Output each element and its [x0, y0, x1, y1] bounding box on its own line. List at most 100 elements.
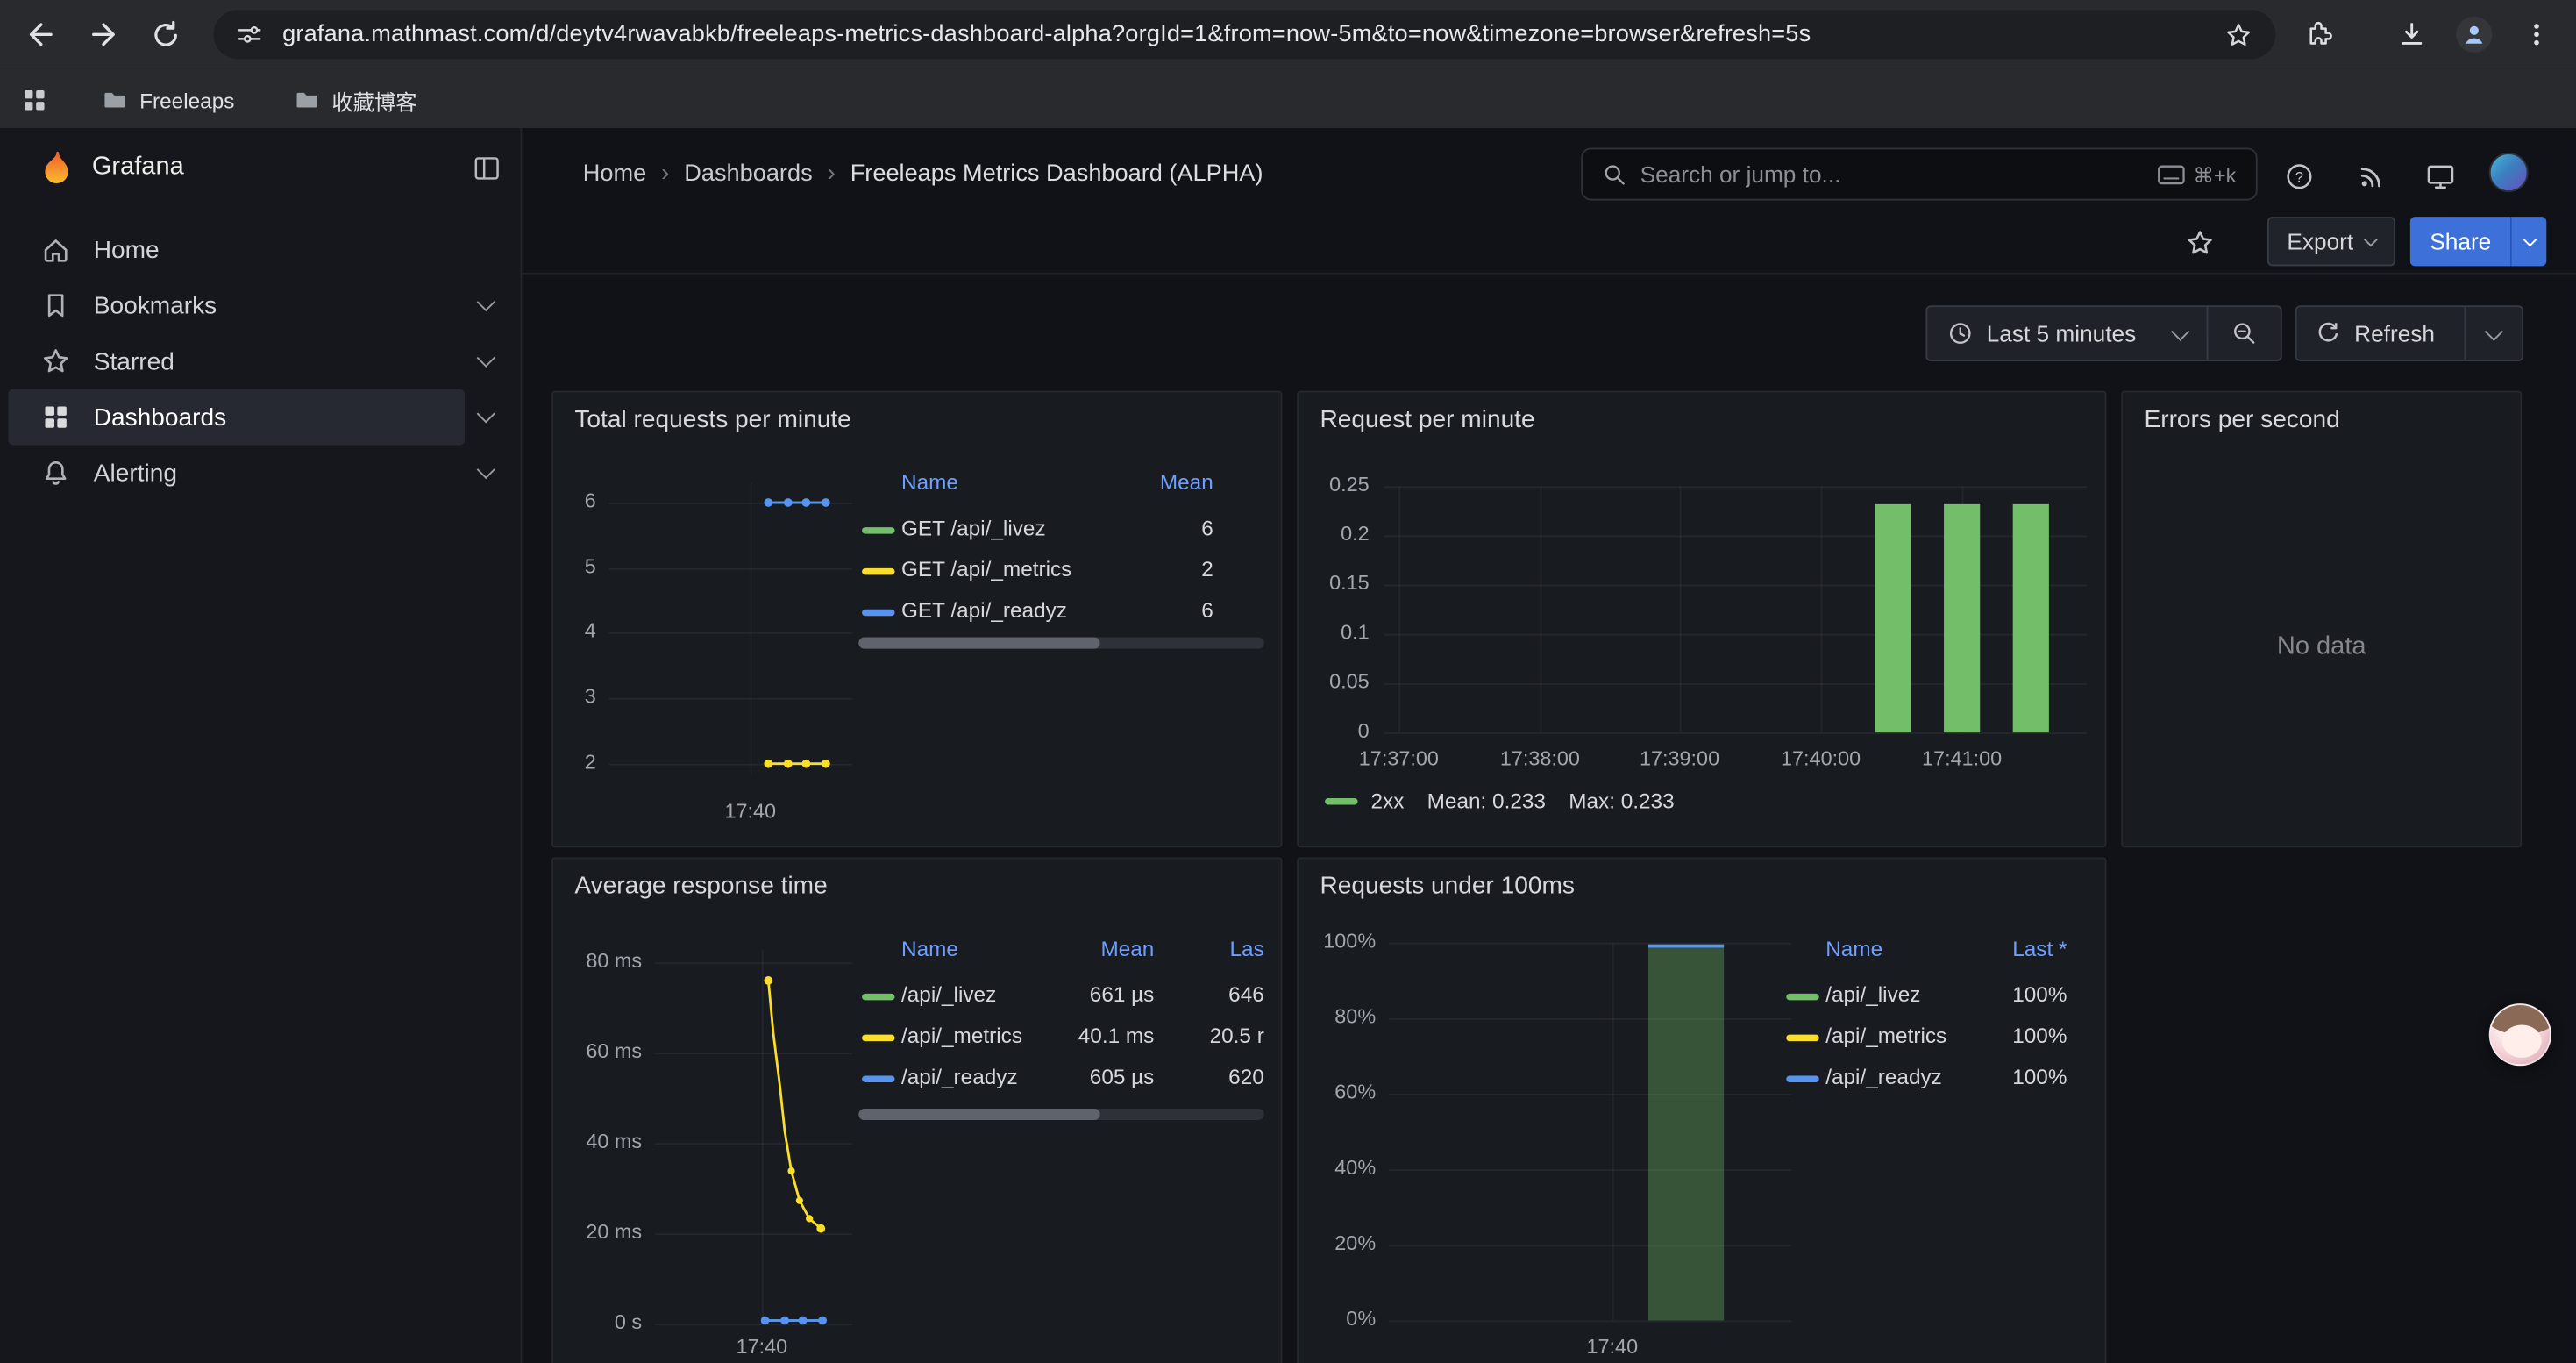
sidebar-item-alerting[interactable]: Alerting	[0, 445, 522, 501]
panel-title[interactable]: Requests under 100ms	[1320, 872, 1574, 900]
legend-row-name[interactable]: /api/_metrics	[901, 1024, 1022, 1048]
legend-row-name[interactable]: GET /api/_livez	[901, 516, 1046, 540]
address-bar[interactable]: grafana.mathmast.com/d/deytv4rwavabkb/fr…	[213, 10, 2275, 59]
export-button[interactable]: Export	[2267, 217, 2396, 266]
series-swatch[interactable]	[1786, 994, 1818, 1000]
gridline	[1384, 683, 2087, 685]
bookmark-folder-freeleaps[interactable]: Freeleaps	[96, 82, 241, 118]
sidebar-item-dashboards[interactable]: Dashboards	[0, 389, 522, 446]
chevron-down-icon[interactable]	[477, 349, 495, 368]
share-button[interactable]: Share	[2410, 217, 2511, 266]
chat-assistant-avatar[interactable]	[2489, 1003, 2551, 1066]
bookmark-folder-blog[interactable]: 收藏博客	[288, 82, 423, 118]
legend-row-name[interactable]: GET /api/_readyz	[901, 598, 1067, 623]
legend-row-name[interactable]: /api/_livez	[1825, 982, 1920, 1007]
legend-row-name[interactable]: /api/_livez	[901, 982, 996, 1007]
refresh-label: Refresh	[2354, 320, 2435, 346]
sidebar-collapse-icon[interactable]	[473, 154, 501, 182]
gridline	[609, 764, 852, 766]
bar-2xx[interactable]	[2013, 504, 2049, 732]
help-icon[interactable]: ?	[2282, 160, 2315, 192]
y-tick: 0 s	[553, 1310, 642, 1333]
series-swatch[interactable]	[862, 1035, 894, 1041]
gridline	[609, 568, 852, 570]
legend-header-name[interactable]: Name	[1825, 936, 1882, 960]
legend-series-label[interactable]: 2xx	[1371, 789, 1405, 813]
favorite-star-icon[interactable]	[2183, 226, 2216, 259]
grafana-logo[interactable]	[38, 149, 75, 187]
gridline	[1384, 585, 2087, 587]
breadcrumb-dashboards[interactable]: Dashboards	[684, 161, 812, 187]
back-icon[interactable]	[19, 13, 62, 56]
panel-title[interactable]: Errors per second	[2144, 406, 2339, 434]
series-swatch[interactable]	[862, 1075, 894, 1081]
star-icon	[41, 346, 71, 376]
sidebar-item-starred[interactable]: Starred	[0, 333, 522, 389]
forward-icon[interactable]	[82, 13, 125, 56]
legend-row-name[interactable]: GET /api/_metrics	[901, 557, 1071, 582]
breadcrumb-home[interactable]: Home	[583, 161, 646, 187]
refresh-button[interactable]: Refresh	[2295, 305, 2466, 361]
legend-row-name[interactable]: /api/_readyz	[901, 1064, 1018, 1088]
legend-row-name[interactable]: /api/_metrics	[1825, 1024, 1946, 1048]
extensions-icon[interactable]	[2299, 13, 2342, 56]
time-range-button[interactable]: Last 5 minutes	[1925, 305, 2208, 361]
share-button-group: Share	[2410, 217, 2547, 266]
series-swatch[interactable]	[1786, 1075, 1818, 1081]
url-text[interactable]: grafana.mathmast.com/d/deytv4rwavabkb/fr…	[282, 21, 2224, 47]
bar-2xx[interactable]	[1944, 504, 1980, 732]
chevron-down-icon[interactable]	[477, 404, 495, 423]
apps-grid-icon[interactable]	[15, 82, 54, 118]
legend-row-mean: 605 µs	[1046, 1064, 1155, 1088]
gridline	[655, 1143, 852, 1145]
sidebar-item-label: Dashboards	[94, 403, 226, 432]
series-swatch[interactable]	[862, 527, 894, 533]
zoom-out-button[interactable]	[2207, 305, 2282, 361]
browser-menu-icon[interactable]	[2516, 13, 2558, 56]
bar-2xx[interactable]	[1875, 504, 1911, 732]
gridline	[1389, 1094, 1791, 1095]
legend-scrollbar-thumb[interactable]	[858, 638, 1099, 649]
legend-header-name[interactable]: Name	[901, 470, 958, 495]
series-swatch[interactable]	[862, 610, 894, 616]
panel-title[interactable]: Request per minute	[1320, 406, 1534, 434]
legend-header-mean[interactable]: Mean	[1105, 470, 1213, 495]
sidebar-item-bookmarks[interactable]: Bookmarks	[0, 277, 522, 333]
y-tick: 0.1	[1299, 621, 1370, 644]
dashboard-header: Home › Dashboards › Freeleaps Metrics Da…	[522, 128, 2575, 275]
chevron-down-icon[interactable]	[477, 460, 495, 479]
reload-icon[interactable]	[145, 13, 188, 56]
legend-row-last: 100%	[1955, 1064, 2067, 1088]
legend-row-last: 620	[1178, 1064, 1264, 1088]
legend-header-name[interactable]: Name	[901, 936, 958, 960]
legend-header-last[interactable]: Last *	[1955, 936, 2067, 960]
news-rss-icon[interactable]	[2354, 160, 2387, 192]
kiosk-monitor-icon[interactable]	[2423, 160, 2456, 192]
refresh-interval-button[interactable]	[2465, 305, 2523, 361]
sidebar-item-home[interactable]: Home	[0, 222, 522, 278]
legend-header-last[interactable]: Las	[1230, 936, 1264, 960]
legend-header-mean[interactable]: Mean	[1046, 936, 1155, 960]
panel-title[interactable]: Average response time	[574, 872, 827, 900]
series-swatch[interactable]	[1786, 1035, 1818, 1041]
user-avatar[interactable]	[2489, 153, 2529, 192]
y-tick: 0.2	[1299, 522, 1370, 545]
legend-row-name[interactable]: /api/_readyz	[1825, 1064, 1942, 1088]
bookmark-star-icon[interactable]	[2224, 20, 2252, 48]
panel-title[interactable]: Total requests per minute	[574, 406, 850, 434]
search-box[interactable]: ⌘+k	[1581, 148, 2257, 201]
share-menu-button[interactable]	[2511, 217, 2547, 266]
dashboard-canvas: Last 5 minutes Refresh Total requests pe…	[522, 275, 2575, 1363]
series-swatch[interactable]	[862, 568, 894, 574]
search-icon	[1603, 161, 1627, 186]
search-input[interactable]	[1640, 161, 2145, 188]
series-swatch[interactable]	[862, 994, 894, 1000]
chevron-down-icon[interactable]	[477, 293, 495, 311]
bar-under-100ms[interactable]	[1648, 945, 1724, 1321]
downloads-icon[interactable]	[2390, 13, 2433, 56]
browser-profile-avatar[interactable]	[2456, 17, 2492, 53]
legend-scrollbar-thumb[interactable]	[858, 1109, 1099, 1120]
y-tick: 40%	[1299, 1156, 1376, 1179]
site-info-icon[interactable]	[237, 21, 263, 47]
series-swatch[interactable]	[1325, 797, 1357, 803]
